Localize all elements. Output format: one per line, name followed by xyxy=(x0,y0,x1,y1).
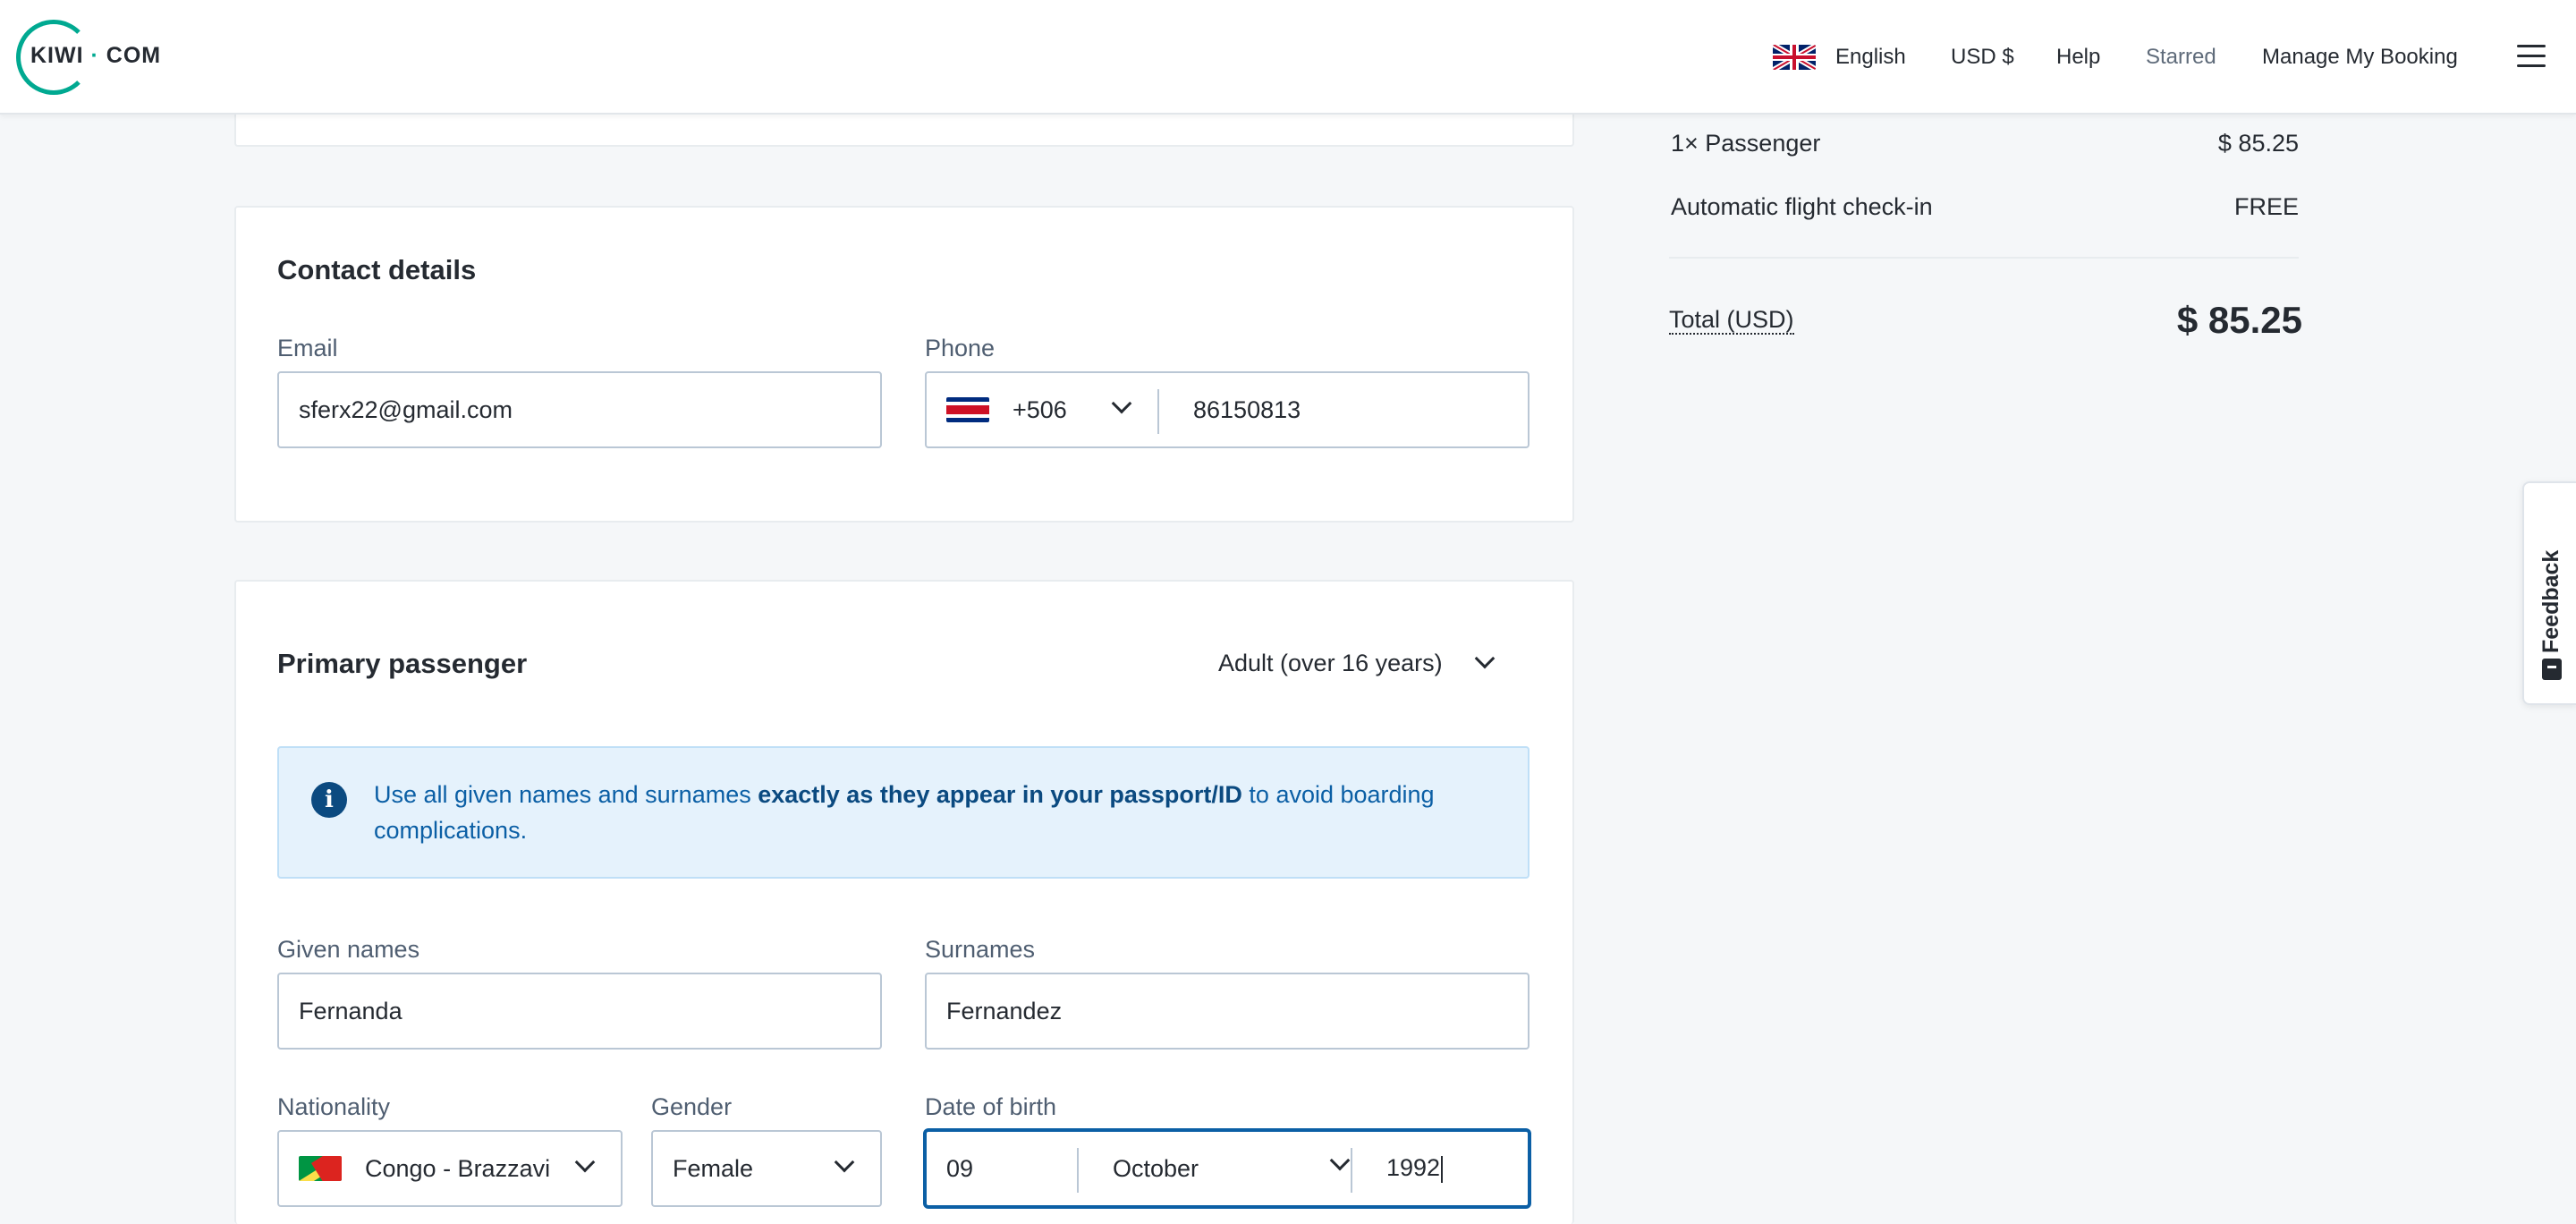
email-label: Email xyxy=(277,335,338,361)
primary-passenger-title: Primary passenger xyxy=(277,648,528,679)
dob-year-value: 1992 xyxy=(1386,1154,1441,1182)
total-label[interactable]: Total (USD) xyxy=(1669,306,1794,335)
feedback-icon xyxy=(2542,659,2562,680)
email-field[interactable]: sferx22@gmail.com xyxy=(277,371,882,448)
chevron-down-icon xyxy=(574,1152,596,1173)
passenger-type-select[interactable]: Adult (over 16 years) xyxy=(1218,642,1504,687)
uk-flag-icon xyxy=(1773,45,1816,70)
passport-info-alert: i Use all given names and surnames exact… xyxy=(277,746,1530,879)
phone-label: Phone xyxy=(925,335,996,361)
email-value: sferx22@gmail.com xyxy=(299,395,513,423)
info-text-bold: exactly as they appear in your passport/… xyxy=(758,781,1242,808)
gender-label: Gender xyxy=(651,1093,733,1120)
currency-selector[interactable]: USD $ xyxy=(1951,0,2014,115)
total-value: $ 85.25 xyxy=(2176,299,2302,341)
congo-flag-icon xyxy=(299,1156,342,1181)
dob-year-input[interactable]: 1992 xyxy=(1386,1154,1444,1183)
given-names-label: Given names xyxy=(277,936,420,963)
text-cursor xyxy=(1441,1155,1444,1183)
chevron-down-icon xyxy=(1474,648,1496,669)
logo-text-kiwi: KIWI xyxy=(30,43,84,68)
chevron-down-icon xyxy=(1329,1150,1351,1171)
summary-checkin-price: FREE xyxy=(2233,193,2299,220)
phone-number-input[interactable]: 86150813 xyxy=(1193,396,1301,424)
starred-link[interactable]: Starred xyxy=(2146,0,2216,115)
info-text-before: Use all given names and surnames xyxy=(374,781,758,808)
dob-label: Date of birth xyxy=(925,1093,1057,1120)
surnames-value: Fernandez xyxy=(946,997,1063,1024)
dob-month-select[interactable]: October xyxy=(1079,1132,1381,1205)
logo-text: KIWI · COM xyxy=(30,43,161,69)
date-of-birth-field: 09 October 1992 xyxy=(925,1130,1530,1207)
dob-day-input[interactable]: 09 xyxy=(946,1155,973,1183)
chevron-down-icon xyxy=(834,1152,855,1173)
kiwi-logo[interactable]: KIWI · COM xyxy=(16,20,168,95)
language-selector[interactable]: English xyxy=(1773,0,1906,115)
feedback-tab[interactable]: Feedback xyxy=(2522,481,2576,705)
given-names-value: Fernanda xyxy=(299,997,402,1024)
chevron-down-icon xyxy=(1111,393,1132,414)
surnames-field[interactable]: Fernandez xyxy=(925,973,1530,1050)
summary-passenger-price: $ 85.25 xyxy=(2217,130,2299,157)
summary-divider xyxy=(1669,257,2299,259)
surnames-label: Surnames xyxy=(925,936,1036,963)
gender-value: Female xyxy=(673,1154,754,1182)
info-text: Use all given names and surnames exactly… xyxy=(374,777,1483,848)
dob-month-value: October xyxy=(1113,1155,1199,1182)
phone-divider xyxy=(1157,389,1159,434)
logo-text-com: COM xyxy=(106,43,162,68)
nationality-label: Nationality xyxy=(277,1093,391,1120)
dob-divider-2 xyxy=(1351,1148,1352,1193)
manage-booking-link[interactable]: Manage My Booking xyxy=(2262,0,2458,115)
hamburger-icon[interactable] xyxy=(2517,45,2546,70)
summary-passenger-label: 1× Passenger xyxy=(1671,130,1821,157)
nationality-value: Congo - Brazzavi xyxy=(365,1154,551,1182)
passenger-type-value: Adult (over 16 years) xyxy=(1218,650,1443,676)
logo-dot: · xyxy=(90,43,99,68)
phone-field: +506 86150813 xyxy=(925,371,1530,448)
top-header: KIWI · COM English USD $ Help Starred Ma… xyxy=(0,0,2576,115)
gender-select[interactable]: Female xyxy=(651,1130,882,1207)
info-icon: i xyxy=(311,782,347,818)
feedback-label: Feedback xyxy=(2538,549,2563,653)
contact-details-title: Contact details xyxy=(277,254,477,285)
given-names-field[interactable]: Fernanda xyxy=(277,973,882,1050)
language-label: English xyxy=(1835,45,1906,69)
phone-country-code: +506 xyxy=(1013,396,1067,423)
help-link[interactable]: Help xyxy=(2056,0,2100,115)
phone-country-selector[interactable]: +506 xyxy=(927,373,1157,446)
costa-rica-flag-icon xyxy=(946,397,989,422)
summary-checkin-label: Automatic flight check-in xyxy=(1671,193,1933,220)
nationality-select[interactable]: Congo - Brazzavi xyxy=(277,1130,623,1207)
